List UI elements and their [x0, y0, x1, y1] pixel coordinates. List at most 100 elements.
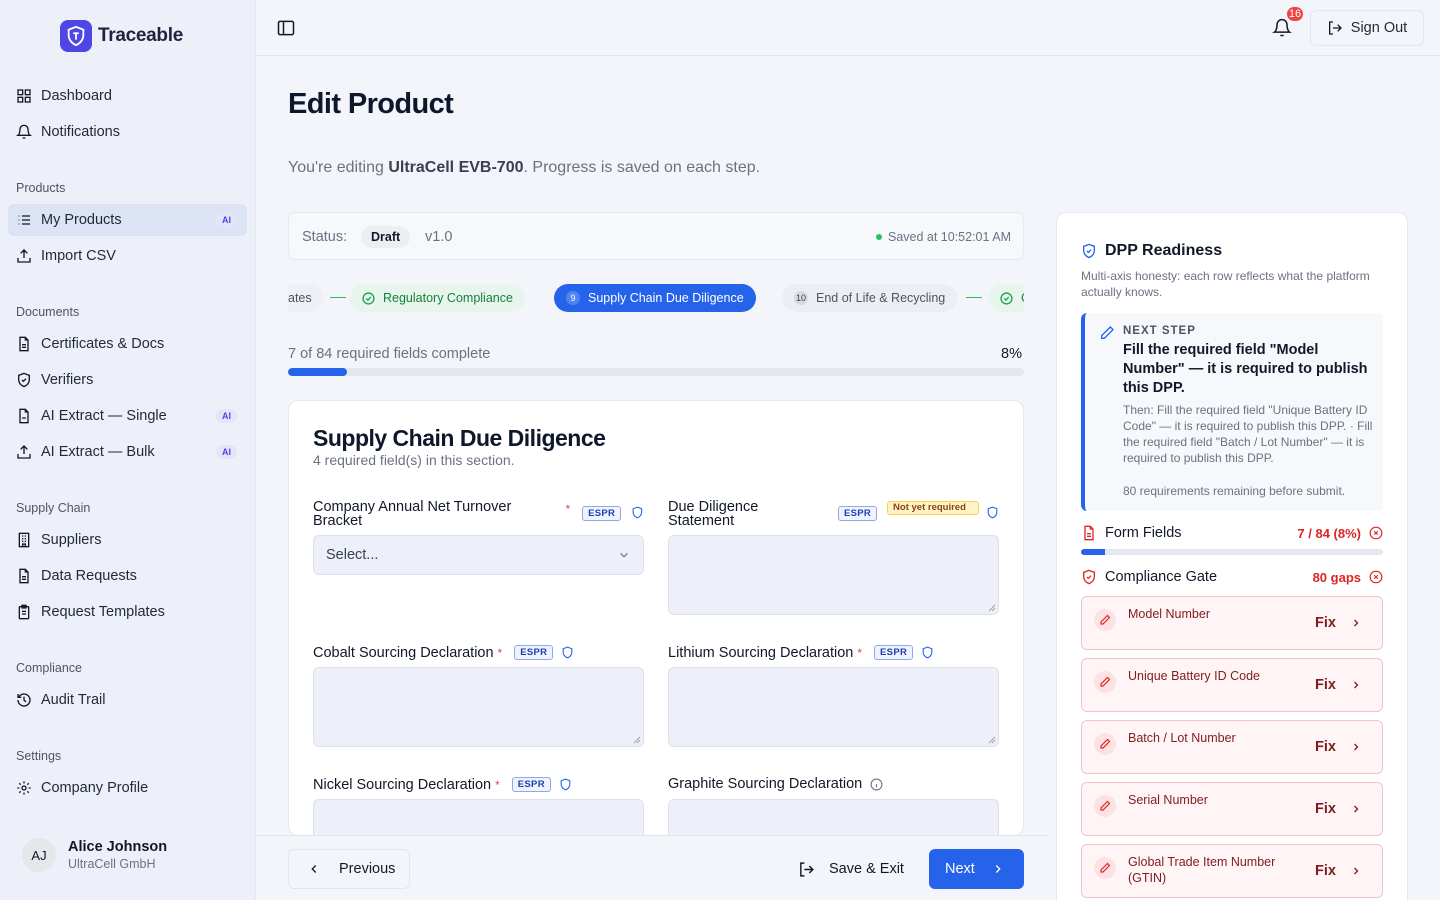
status-badge: Draft — [361, 226, 411, 248]
section-title: Supply Chain Due Diligence — [313, 425, 606, 451]
sidebar-item-suppliers[interactable]: Suppliers — [8, 524, 247, 556]
shield-icon[interactable] — [921, 646, 934, 659]
avatar: AJ — [22, 838, 56, 872]
cobalt-textarea[interactable] — [313, 667, 644, 747]
shield-icon[interactable] — [559, 778, 572, 791]
espr-badge: ESPR — [582, 506, 622, 521]
sidebar-item-label: Certificates & Docs — [41, 336, 165, 352]
sidebar-item-ai-extract-bulk[interactable]: AI Extract — Bulk AI — [8, 436, 247, 468]
sidebar-item-notifications[interactable]: Notifications — [8, 116, 247, 148]
next-button[interactable]: Next — [929, 849, 1024, 889]
panel-description: Multi-axis honesty: each row reflects wh… — [1081, 269, 1370, 299]
ai-badge: AI — [216, 445, 237, 459]
section-supply-chain: Supply Chain — [16, 501, 91, 515]
fix-label: Fix — [1315, 615, 1336, 631]
fix-button[interactable]: Fix — [1315, 863, 1362, 879]
dd-statement-textarea[interactable] — [668, 535, 999, 615]
fix-button[interactable]: Fix — [1315, 615, 1362, 631]
sidebar-item-label: Suppliers — [41, 532, 102, 548]
nickel-textarea[interactable] — [313, 799, 644, 835]
required-mark: * — [495, 777, 500, 792]
info-icon[interactable] — [870, 778, 883, 791]
form-fields-progress — [1081, 549, 1383, 555]
field-label: Company Annual Net Turnover Bracket — [313, 499, 512, 529]
resize-handle-icon[interactable] — [988, 604, 996, 612]
shield-check-icon — [1083, 243, 1095, 259]
step-end-of-life[interactable]: 10 End of Life & Recycling — [782, 284, 958, 312]
gap-item[interactable]: Serial Number Fix — [1081, 782, 1383, 836]
field-cobalt: Cobalt Sourcing Declaration * ESPR — [313, 645, 644, 660]
compliance-gate-value: 80 gaps — [1312, 569, 1361, 585]
step-label: Regulatory Compliance — [383, 291, 513, 305]
x-circle-icon — [1369, 570, 1383, 584]
chevron-right-icon — [1353, 743, 1359, 751]
fix-button[interactable]: Fix — [1315, 739, 1362, 755]
step-supply-chain-due-diligence[interactable]: 9 Supply Chain Due Diligence — [554, 284, 756, 312]
dashboard-grid-icon — [17, 89, 31, 103]
brand-name: Traceable — [98, 25, 183, 46]
chevron-down-icon — [620, 552, 628, 558]
turnover-select[interactable]: Select... — [313, 535, 644, 575]
sidebar-toggle-icon[interactable] — [276, 18, 296, 38]
next-step-remaining: 80 requirements remaining before submit. — [1123, 484, 1346, 498]
sidebar-item-certificates[interactable]: Certificates & Docs — [8, 328, 247, 360]
check-circle-icon — [1000, 291, 1013, 305]
fix-button[interactable]: Fix — [1315, 801, 1362, 817]
step-number: 9 — [566, 291, 580, 305]
field-label: Lithium Sourcing Declaration — [668, 644, 854, 661]
sidebar-item-my-products[interactable]: My Products AI — [8, 204, 247, 236]
user-profile[interactable]: AJ Alice Johnson UltraCell GmbH — [22, 838, 167, 872]
chevron-left-icon — [311, 865, 317, 873]
field-lithium: Lithium Sourcing Declaration * ESPR — [668, 645, 999, 660]
shield-icon[interactable] — [986, 506, 999, 519]
sidebar-item-label: Verifiers — [41, 372, 94, 388]
shield-icon[interactable] — [561, 646, 574, 659]
gap-label: Global Trade Item Number (GTIN) — [1128, 855, 1276, 885]
pencil-icon — [1094, 795, 1116, 817]
form-footer: Previous Save & Exit Next — [256, 835, 1048, 900]
gap-item[interactable]: Batch / Lot Number Fix — [1081, 720, 1383, 774]
sidebar-item-verifiers[interactable]: Verifiers — [8, 364, 247, 396]
gap-item[interactable]: Model Number Fix — [1081, 596, 1383, 650]
check-circle-icon — [362, 291, 375, 305]
sidebar-item-dashboard[interactable]: Dashboard — [8, 80, 247, 112]
resize-handle-icon[interactable] — [988, 736, 996, 744]
step-label: ates — [288, 291, 312, 305]
step-connector — [966, 297, 982, 298]
progress-percent: 8% — [1001, 346, 1022, 362]
form-fields-row: Form Fields 7 / 84 (8%) — [1081, 525, 1383, 541]
step-regulatory-compliance[interactable]: Regulatory Compliance — [350, 284, 525, 312]
sidebar-item-label: AI Extract — Bulk — [41, 444, 155, 460]
save-exit-label: Save & Exit — [829, 861, 904, 877]
sign-out-button[interactable]: Sign Out — [1310, 10, 1424, 46]
fix-button[interactable]: Fix — [1315, 677, 1362, 693]
sidebar-item-ai-extract-single[interactable]: AI Extract — Single AI — [8, 400, 247, 432]
field-nickel: Nickel Sourcing Declaration * ESPR — [313, 777, 644, 792]
document-icon — [1084, 525, 1094, 541]
sidebar-item-import-csv[interactable]: Import CSV — [8, 240, 247, 272]
save-exit-button[interactable]: Save & Exit — [798, 849, 904, 889]
document-icon — [19, 336, 29, 352]
brand[interactable]: Traceable — [60, 20, 183, 52]
sidebar-item-label: My Products — [41, 212, 122, 228]
field-label: Graphite Sourcing Declaration — [668, 776, 863, 792]
step-next-partial[interactable]: C — [988, 284, 1024, 312]
gap-item[interactable]: Global Trade Item Number (GTIN) Fix — [1081, 844, 1383, 898]
step-partial[interactable]: ates — [288, 284, 324, 312]
resize-handle-icon[interactable] — [633, 736, 641, 744]
sidebar-item-audit-trail[interactable]: Audit Trail — [8, 684, 247, 716]
traceable-logo-icon — [60, 20, 92, 52]
sidebar-item-company-profile[interactable]: Company Profile — [8, 772, 247, 804]
sidebar-item-request-templates[interactable]: Request Templates — [8, 596, 247, 628]
gap-label: Model Number — [1128, 607, 1210, 621]
saved-indicator: Saved at 10:52:01 AM — [875, 230, 1011, 244]
gap-item[interactable]: Unique Battery ID Code Fix — [1081, 658, 1383, 712]
gap-label: Serial Number — [1128, 793, 1208, 807]
sidebar-item-data-requests[interactable]: Data Requests — [8, 560, 247, 592]
graphite-textarea[interactable] — [668, 799, 999, 835]
lithium-textarea[interactable] — [668, 667, 999, 747]
next-step-card: NEXT STEP Fill the required field "Model… — [1081, 313, 1383, 511]
shield-icon[interactable] — [631, 506, 644, 519]
select-placeholder: Select... — [326, 547, 379, 563]
previous-button[interactable]: Previous — [288, 849, 410, 889]
